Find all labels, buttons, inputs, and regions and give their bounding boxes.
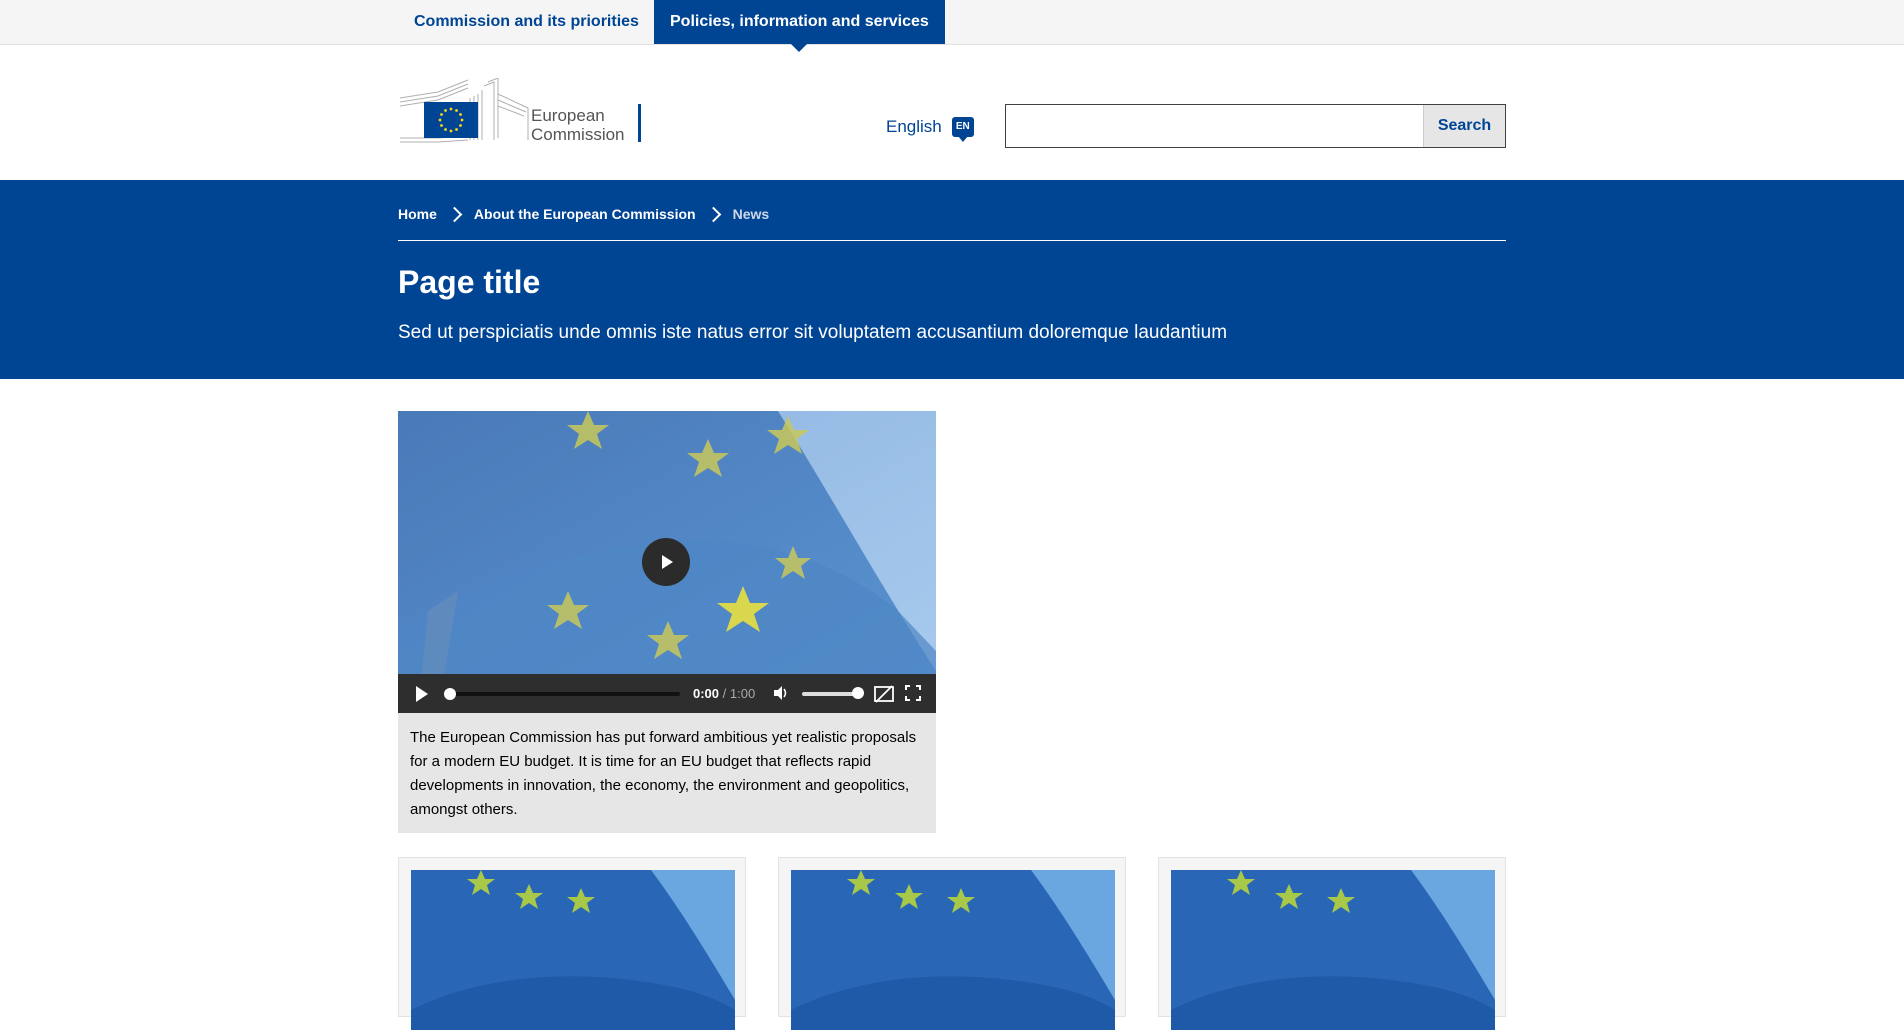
chevron-right-icon xyxy=(446,206,463,222)
breadcrumb-item-current: News xyxy=(732,206,770,222)
page-header: Home About the European Commission News … xyxy=(0,180,1904,379)
video-caption: The European Commission has put forward … xyxy=(398,713,936,833)
play-overlay-button[interactable] xyxy=(642,538,690,586)
breadcrumb-item-home[interactable]: Home xyxy=(398,206,437,222)
news-card[interactable] xyxy=(398,857,746,1030)
time-separator: / xyxy=(722,686,727,701)
card-thumbnail xyxy=(791,870,1115,1030)
language-selector[interactable]: English EN xyxy=(886,114,974,142)
logo-text: European Commission xyxy=(531,106,625,144)
breadcrumb: Home About the European Commission News xyxy=(398,198,1506,241)
news-card[interactable] xyxy=(1158,857,1506,1030)
breadcrumb-item-about[interactable]: About the European Commission xyxy=(474,206,696,222)
language-label: English xyxy=(886,117,942,136)
search-form: Search xyxy=(1005,104,1506,148)
tab-commission-priorities[interactable]: Commission and its priorities xyxy=(398,0,655,44)
time-display: 0:00 / 1:00 xyxy=(693,686,755,701)
duration: 1:00 xyxy=(729,686,756,701)
eu-flag-image xyxy=(791,870,1115,1030)
current-time: 0:00 xyxy=(693,686,720,701)
play-icon[interactable] xyxy=(416,686,428,702)
volume-slider[interactable] xyxy=(802,692,856,696)
global-navigation: Commission and its priorities Policies, … xyxy=(0,0,1904,52)
volume-icon[interactable] xyxy=(772,684,790,702)
european-commission-logo[interactable]: European Commission xyxy=(398,77,642,144)
eu-flag-image xyxy=(411,870,735,1030)
logo-line-2: Commission xyxy=(531,125,625,144)
logo-line-1: European xyxy=(531,106,605,125)
video-controls: 0:00 / 1:00 xyxy=(398,674,936,713)
page-title: Page title xyxy=(398,264,541,300)
search-button[interactable]: Search xyxy=(1423,105,1505,147)
tab-label: Policies, information and services xyxy=(670,13,929,30)
eu-flag-image xyxy=(1171,870,1495,1030)
chevron-right-icon xyxy=(705,206,721,222)
progress-bar[interactable] xyxy=(448,692,680,696)
language-code-badge: EN xyxy=(951,117,974,142)
fullscreen-icon[interactable] xyxy=(905,685,921,701)
page-subtitle: Sed ut perspiciatis unde omnis iste natu… xyxy=(398,322,1228,343)
search-input[interactable] xyxy=(1006,105,1423,147)
volume-handle[interactable] xyxy=(852,687,864,699)
card-thumbnail xyxy=(411,870,735,1030)
card-thumbnail xyxy=(1171,870,1495,1030)
tab-policies-information-services[interactable]: Policies, information and services xyxy=(654,0,945,52)
news-card[interactable] xyxy=(778,857,1126,1030)
captions-off-icon[interactable] xyxy=(874,685,894,703)
active-tab-caret xyxy=(791,44,808,52)
progress-handle[interactable] xyxy=(444,688,456,700)
video-player[interactable]: 0:00 / 1:00 xyxy=(398,411,936,713)
